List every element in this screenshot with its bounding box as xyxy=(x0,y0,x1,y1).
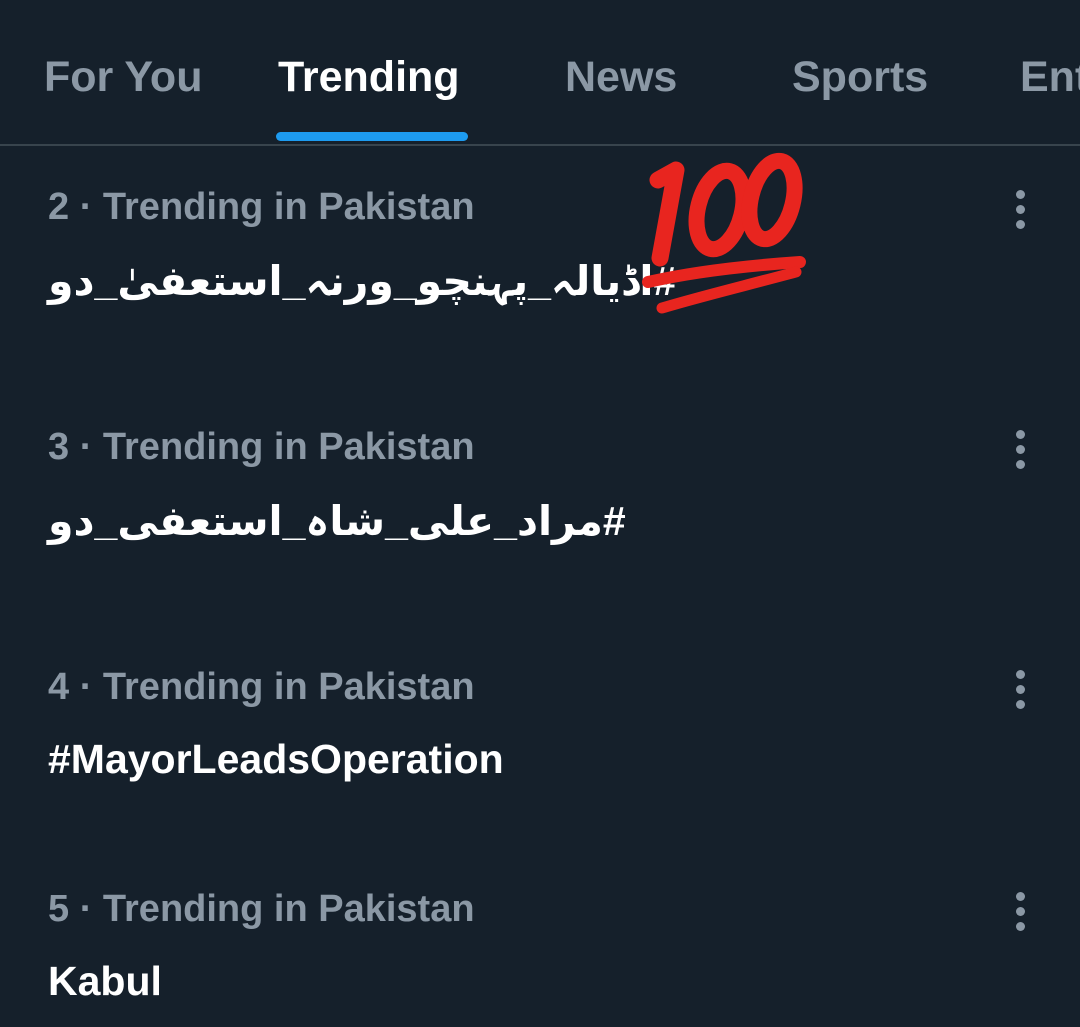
more-options-icon[interactable] xyxy=(1000,886,1040,936)
trend-name: #اڈیالہ_پہنچو_ورنہ_استعفیٰ_دو xyxy=(48,258,677,304)
tab-news[interactable]: News xyxy=(565,48,677,106)
trend-meta: 2 · Trending in Pakistan xyxy=(48,186,475,228)
tab-trending[interactable]: Trending xyxy=(278,48,460,106)
more-options-icon[interactable] xyxy=(1000,664,1040,714)
hundred-points-icon xyxy=(642,152,806,314)
trend-name: #مراد_علی_شاہ_استعفی_دو xyxy=(48,498,626,544)
more-options-icon[interactable] xyxy=(1000,184,1040,234)
trend-item[interactable]: 4 · Trending in Pakistan #MayorLeadsOper… xyxy=(0,662,1080,812)
trend-name: Kabul xyxy=(48,958,162,1004)
trend-item[interactable]: 3 · Trending in Pakistan #مراد_علی_شاہ_ا… xyxy=(0,422,1080,572)
trend-name: #MayorLeadsOperation xyxy=(48,736,504,782)
trend-item[interactable]: 2 · Trending in Pakistan #اڈیالہ_پہنچو_و… xyxy=(0,182,1080,332)
tab-bar: For You Trending News Sports Ent xyxy=(0,0,1080,146)
tab-entertainment[interactable]: Ent xyxy=(1020,48,1080,106)
trend-meta: 3 · Trending in Pakistan xyxy=(48,426,475,468)
more-options-icon[interactable] xyxy=(1000,424,1040,474)
tab-for-you[interactable]: For You xyxy=(44,48,202,106)
trend-meta: 5 · Trending in Pakistan xyxy=(48,888,475,930)
trend-item[interactable]: 5 · Trending in Pakistan Kabul xyxy=(0,884,1080,1027)
trend-meta: 4 · Trending in Pakistan xyxy=(48,666,475,708)
tab-sports[interactable]: Sports xyxy=(792,48,928,106)
active-tab-indicator xyxy=(276,132,468,141)
